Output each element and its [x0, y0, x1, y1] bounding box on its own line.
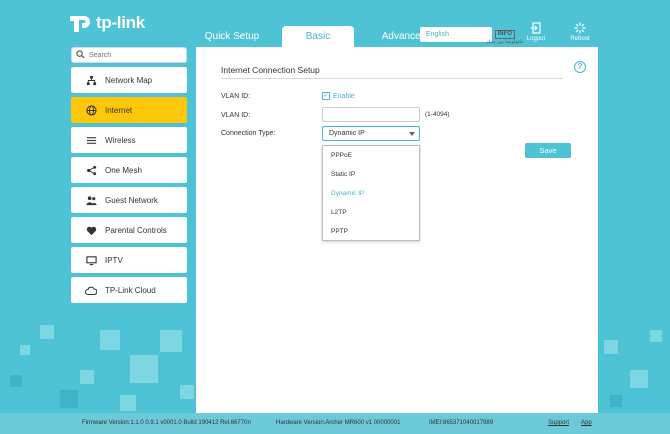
option-pppoe[interactable]: PPPoE: [323, 146, 419, 165]
wireless-icon: [85, 134, 97, 146]
bg-pixel: [610, 395, 622, 407]
sidebar-item-label: One Mesh: [105, 165, 142, 175]
tab-basic[interactable]: Basic: [282, 26, 354, 48]
sidebar-item-one-mesh[interactable]: One Mesh: [71, 157, 187, 183]
chevron-down-icon: [409, 132, 415, 136]
sidebar-item-label: Wireless: [105, 135, 136, 145]
sidebar-item-wireless[interactable]: Wireless: [71, 127, 187, 153]
sidebar-item-label: Network Map: [105, 75, 153, 85]
search-input[interactable]: [89, 51, 179, 59]
globe-icon: [85, 104, 97, 116]
search-icon: [76, 49, 85, 61]
network-map-icon: [85, 74, 97, 86]
sidebar-item-parental-controls[interactable]: Parental Controls: [71, 217, 187, 243]
watermark-logo: INFO: [494, 30, 515, 39]
sidebar-item-network-map[interactable]: Network Map: [71, 67, 187, 93]
imei: IMEI:865371040017989: [429, 420, 494, 426]
option-pptp[interactable]: PPTP: [323, 222, 419, 241]
bg-pixel: [120, 395, 136, 411]
watermark: INFO تكنولوجيا بين يديك: [486, 30, 524, 46]
connection-type-label: Connection Type:: [221, 130, 276, 137]
bg-pixel: [160, 330, 182, 352]
vlan-id-label: VLAN ID:: [221, 112, 251, 119]
enable-text: Enable: [333, 92, 355, 100]
sidebar-item-tp-link-cloud[interactable]: TP-Link Cloud: [71, 277, 187, 303]
option-l2tp[interactable]: L2TP: [323, 203, 419, 222]
option-static-ip[interactable]: Static IP: [323, 165, 419, 184]
bg-pixel: [80, 370, 94, 384]
sidebar-item-label: Internet: [105, 105, 133, 115]
bg-pixel: [10, 375, 22, 387]
bg-pixel: [604, 340, 618, 354]
footer: Firmware Version:1.1.0 0.9.1 v0001.0 Bui…: [0, 413, 670, 434]
watermark-tagline: تكنولوجيا بين يديك: [486, 39, 524, 45]
bg-pixel: [180, 385, 194, 399]
tab-quick-setup[interactable]: Quick Setup: [196, 26, 268, 48]
bg-pixel: [40, 325, 54, 339]
bg-pixel: [630, 370, 648, 388]
vlan-enable-checkbox[interactable]: ✓ Enable: [322, 92, 355, 100]
vlan-enable-label: VLAN ID:: [221, 93, 251, 100]
language-selected: English: [426, 31, 449, 38]
sidebar-item-label: TP-Link Cloud: [105, 285, 156, 295]
support-link[interactable]: Support: [548, 420, 569, 426]
bg-pixel: [650, 330, 662, 342]
vlan-range-hint: (1-4094): [425, 111, 450, 118]
sidebar-item-label: Parental Controls: [105, 225, 167, 235]
vlan-id-input[interactable]: [322, 107, 420, 122]
reboot-button[interactable]: Reboot: [566, 22, 594, 42]
connection-type-selected: Dynamic IP: [329, 130, 365, 137]
tv-icon: [85, 254, 97, 266]
logout-label: Logout: [526, 36, 546, 42]
language-select[interactable]: English: [420, 27, 492, 42]
tp-link-logo-icon: [70, 12, 92, 34]
search-box: [71, 47, 187, 63]
bg-pixel: [100, 330, 120, 350]
reboot-label: Reboot: [570, 36, 590, 42]
sidebar-item-guest-network[interactable]: Guest Network: [71, 187, 187, 213]
tp-link-logo: tp-link: [70, 12, 145, 34]
firmware-version: Firmware Version:1.1.0 0.9.1 v0001.0 Bui…: [82, 420, 251, 426]
section-divider: [221, 78, 563, 79]
app-link[interactable]: App: [581, 420, 592, 426]
mesh-icon: [85, 164, 97, 176]
reboot-icon: [574, 22, 586, 34]
section-title: Internet Connection Setup: [221, 65, 320, 75]
save-button[interactable]: Save: [525, 143, 571, 158]
logout-icon: [530, 22, 542, 34]
connection-type-select[interactable]: Dynamic IP: [322, 126, 420, 141]
help-icon[interactable]: ?: [574, 61, 586, 73]
logout-button[interactable]: Logout: [522, 22, 550, 42]
sidebar-item-label: Guest Network: [105, 195, 158, 205]
bg-pixel: [20, 345, 30, 355]
checkbox-checked-icon: ✓: [322, 92, 330, 100]
cloud-icon: [85, 284, 97, 296]
guest-network-icon: [85, 194, 97, 206]
top-tabs: Quick Setup Basic Advanced: [196, 26, 454, 48]
sidebar: Network Map Internet Wireless One Mesh G…: [71, 47, 187, 307]
hardware-version: Hardware Version:Archer MR600 v1 0000000…: [276, 420, 401, 426]
connection-type-dropdown: PPPoE Static IP Dynamic IP L2TP PPTP: [322, 145, 420, 241]
brand-name: tp-link: [96, 13, 145, 32]
bg-pixel: [60, 390, 78, 408]
sidebar-item-internet[interactable]: Internet: [71, 97, 187, 123]
option-dynamic-ip[interactable]: Dynamic IP: [323, 184, 419, 203]
main-panel: ? Internet Connection Setup VLAN ID: ✓ E…: [196, 47, 598, 413]
parental-controls-icon: [85, 224, 97, 236]
sidebar-item-iptv[interactable]: IPTV: [71, 247, 187, 273]
bg-pixel: [130, 355, 158, 383]
sidebar-item-label: IPTV: [105, 255, 123, 265]
